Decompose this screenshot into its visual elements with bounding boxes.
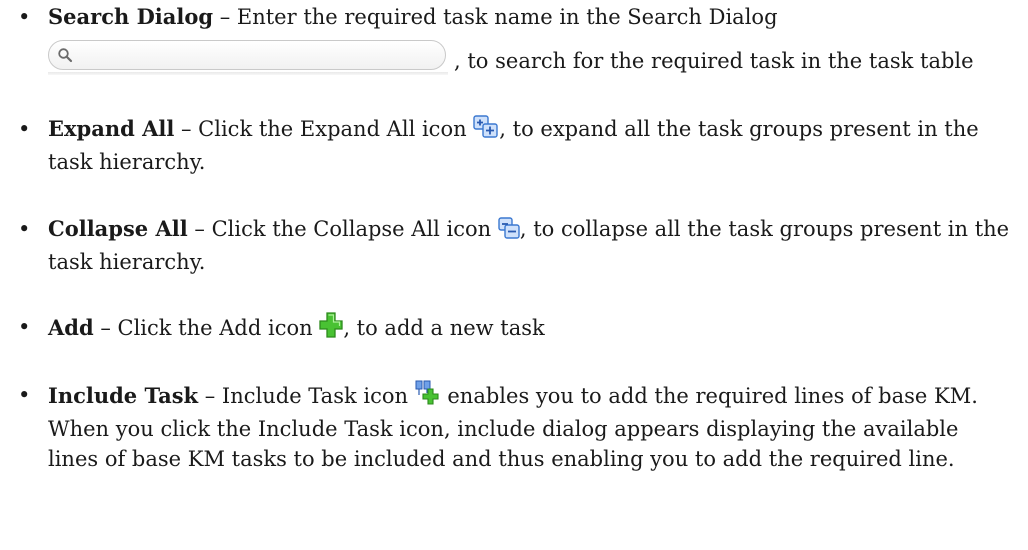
bullet: • <box>18 315 31 339</box>
description-text: – Click the Collapse All icon <box>187 217 498 241</box>
term-label: Add <box>48 315 94 340</box>
bullet: • <box>18 5 31 29</box>
term-label: Search Dialog <box>48 4 214 29</box>
list-item-text: Include Task – Include Task icon enables… <box>48 380 1014 474</box>
description-text-continued: , to add a new task <box>343 316 545 340</box>
list-item-text: Expand All – Click the Expand All icon ,… <box>48 114 1014 177</box>
term-label: Collapse All <box>48 216 188 241</box>
description-text: – Click the Add icon <box>93 316 320 340</box>
description-text: – Enter the required task name in the Se… <box>213 5 778 29</box>
term-label: Expand All <box>48 116 175 141</box>
description-text: – Click the Expand All icon <box>174 117 474 141</box>
collapse-all-icon <box>498 217 520 247</box>
document-page: • Search Dialog – Enter the required tas… <box>0 0 1028 550</box>
list-item-text: Add – Click the Add icon , to add a new … <box>48 312 1014 346</box>
add-icon <box>319 312 343 346</box>
bullet: • <box>18 117 31 141</box>
list-item-text: Collapse All – Click the Collapse All ic… <box>48 214 1014 277</box>
description-text: – Include Task icon <box>198 384 415 408</box>
bullet: • <box>18 217 31 241</box>
description-text-continued: , to search for the required task in the… <box>454 49 974 73</box>
include-task-icon <box>415 380 441 414</box>
expand-all-icon <box>473 115 499 147</box>
search-field-shadow <box>48 72 448 75</box>
list-item-text: Search Dialog – Enter the required task … <box>48 2 1014 32</box>
bullet: • <box>18 383 31 407</box>
term-label: Include Task <box>48 383 199 408</box>
search-field-icon <box>48 40 446 70</box>
magnifier-icon <box>58 48 73 63</box>
